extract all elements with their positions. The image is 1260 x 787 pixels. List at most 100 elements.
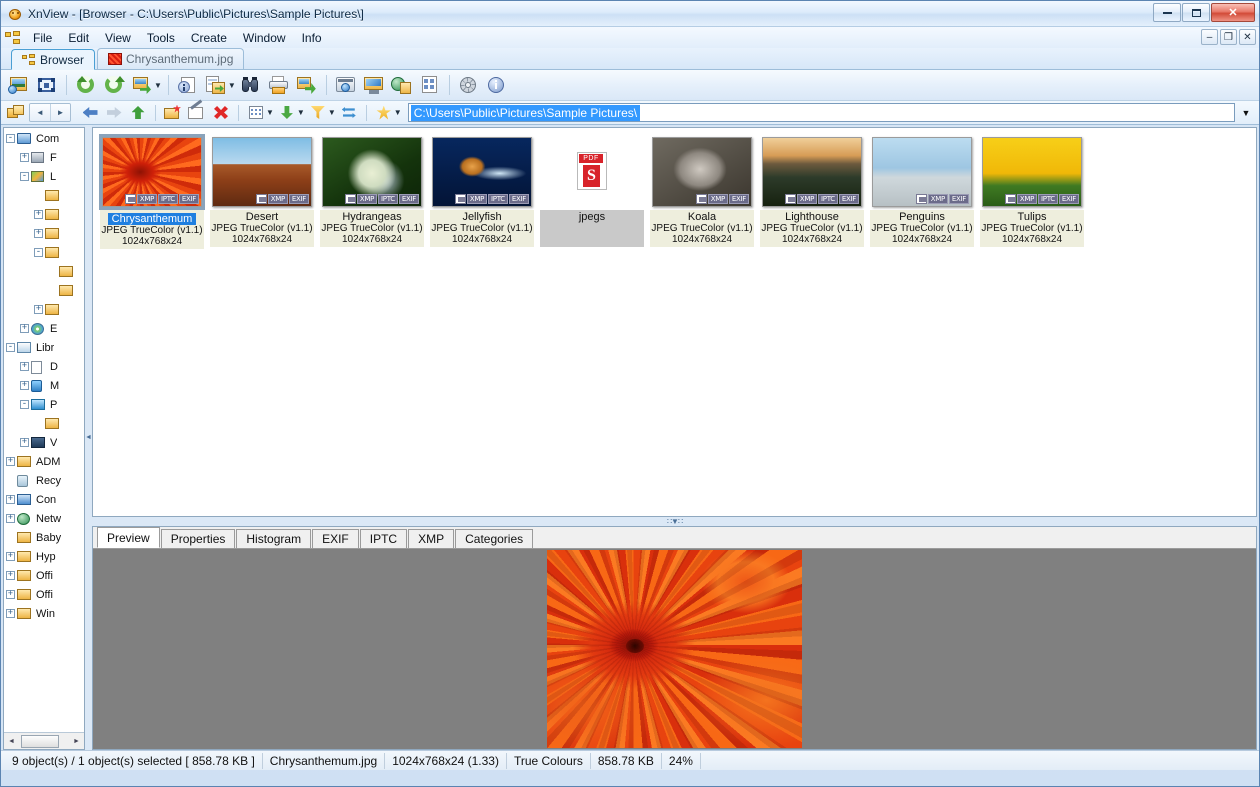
- tree-node[interactable]: [4, 414, 84, 433]
- batch-convert-button[interactable]: [203, 73, 229, 98]
- horizontal-splitter[interactable]: ∷▼∷: [92, 517, 1257, 526]
- menu-info[interactable]: Info: [294, 29, 330, 47]
- resize-grip[interactable]: [1243, 754, 1257, 768]
- tree-expand-icon[interactable]: +: [6, 495, 15, 504]
- mdi-minimize-button[interactable]: –: [1201, 29, 1218, 45]
- favorites-dropdown-caret[interactable]: ▼: [394, 108, 402, 117]
- find-button[interactable]: [238, 73, 264, 98]
- filter-dropdown-caret[interactable]: ▼: [328, 108, 336, 117]
- view-mode-dropdown-caret[interactable]: ▼: [266, 108, 274, 117]
- mdi-restore-button[interactable]: ❐: [1220, 29, 1237, 45]
- chevron-down-icon[interactable]: ▼: [1237, 103, 1255, 122]
- tree-expand-icon[interactable]: +: [20, 381, 29, 390]
- about-button[interactable]: [484, 73, 510, 98]
- info-button[interactable]: [175, 73, 201, 98]
- tree-node[interactable]: +E: [4, 319, 84, 338]
- tree-expand-icon[interactable]: +: [34, 305, 43, 314]
- tree-node[interactable]: +Offi: [4, 566, 84, 585]
- tree-node[interactable]: -Com: [4, 129, 84, 148]
- tree-node[interactable]: Baby: [4, 528, 84, 547]
- tree-node[interactable]: +Offi: [4, 585, 84, 604]
- capture-button[interactable]: [333, 73, 359, 98]
- thumbnail-item[interactable]: XMPEXIFPenguinsJPEG TrueColor (v1.1)1024…: [867, 135, 977, 249]
- tree-node[interactable]: +: [4, 224, 84, 243]
- thumbnail-item[interactable]: XMPIPTCEXIFJellyfishJPEG TrueColor (v1.1…: [427, 135, 537, 249]
- thumbnail-item[interactable]: PDFSjpegs: [537, 135, 647, 249]
- tree-node[interactable]: +F: [4, 148, 84, 167]
- print-button[interactable]: [266, 73, 292, 98]
- tree-node[interactable]: +Con: [4, 490, 84, 509]
- address-bar[interactable]: C:\Users\Public\Pictures\Sample Pictures…: [408, 103, 1235, 122]
- contact-sheet-button[interactable]: [417, 73, 443, 98]
- menu-window[interactable]: Window: [235, 29, 294, 47]
- settings-button[interactable]: [456, 73, 482, 98]
- tree-node[interactable]: +M: [4, 376, 84, 395]
- tree-expand-icon[interactable]: +: [6, 609, 15, 618]
- tree-expand-icon[interactable]: +: [6, 514, 15, 523]
- thumbnail-browser[interactable]: XMPIPTCEXIFChrysanthemumJPEG TrueColor (…: [92, 127, 1257, 517]
- preview-tab-exif[interactable]: EXIF: [312, 529, 359, 548]
- maximize-button[interactable]: [1182, 3, 1210, 22]
- tree-node[interactable]: +Hyp: [4, 547, 84, 566]
- tree-node[interactable]: -L: [4, 167, 84, 186]
- tree-collapse-icon[interactable]: -: [20, 400, 29, 409]
- thumbnail-item[interactable]: XMPIPTCEXIFTulipsJPEG TrueColor (v1.1)10…: [977, 135, 1087, 249]
- rotate-right-button[interactable]: [101, 73, 127, 98]
- tree-collapse-icon[interactable]: -: [20, 172, 29, 181]
- tree-expand-icon[interactable]: +: [6, 552, 15, 561]
- scroll-right-arrow[interactable]: ►: [69, 734, 84, 749]
- thumbnail-item[interactable]: XMPEXIFDesertJPEG TrueColor (v1.1)1024x7…: [207, 135, 317, 249]
- tree-node[interactable]: [4, 281, 84, 300]
- tree-node[interactable]: -: [4, 243, 84, 262]
- sort-dropdown-caret[interactable]: ▼: [297, 108, 305, 117]
- vertical-splitter[interactable]: ◄: [85, 125, 92, 750]
- tree-collapse-icon[interactable]: -: [6, 343, 15, 352]
- prev-page-button[interactable]: ◄: [30, 104, 50, 121]
- tree-horizontal-scrollbar[interactable]: ◄ ►: [4, 732, 84, 749]
- preview-tab-xmp[interactable]: XMP: [408, 529, 454, 548]
- batch-dropdown-caret[interactable]: ▼: [228, 81, 236, 90]
- tree-node[interactable]: +: [4, 300, 84, 319]
- tree-expand-icon[interactable]: +: [6, 571, 15, 580]
- preview-tab-categories[interactable]: Categories: [455, 529, 533, 548]
- convert-dropdown-caret[interactable]: ▼: [154, 81, 162, 90]
- tree-node[interactable]: +: [4, 205, 84, 224]
- delete-button[interactable]: [210, 103, 232, 123]
- rotate-left-button[interactable]: [73, 73, 99, 98]
- menu-edit[interactable]: Edit: [60, 29, 97, 47]
- preview-tab-histogram[interactable]: Histogram: [236, 529, 311, 548]
- preview-viewport[interactable]: [93, 549, 1256, 749]
- fullscreen-button[interactable]: [34, 73, 60, 98]
- tree-expand-icon[interactable]: +: [34, 229, 43, 238]
- splitter-collapse-icon[interactable]: ∷▼∷: [667, 517, 682, 526]
- tree-node[interactable]: +V: [4, 433, 84, 452]
- tree-expand-icon[interactable]: +: [6, 457, 15, 466]
- thumbnail-item[interactable]: XMPIPTCEXIFLighthouseJPEG TrueColor (v1.…: [757, 135, 867, 249]
- tree-expand-icon[interactable]: +: [20, 438, 29, 447]
- open-file-button[interactable]: [6, 73, 32, 98]
- close-button[interactable]: ✕: [1211, 3, 1255, 22]
- forward-button[interactable]: [103, 103, 125, 123]
- tree-node[interactable]: [4, 262, 84, 281]
- back-button[interactable]: [79, 103, 101, 123]
- tree-collapse-icon[interactable]: -: [34, 248, 43, 257]
- mdi-close-button[interactable]: ✕: [1239, 29, 1256, 45]
- tree-node[interactable]: -P: [4, 395, 84, 414]
- folder-tree[interactable]: -Com+F-L++-++E-Libr+D+M-P+V+ADMRecy+Con+…: [4, 128, 84, 732]
- sort-button[interactable]: [276, 103, 298, 123]
- slideshow-button[interactable]: [361, 73, 387, 98]
- thumbnail-item[interactable]: XMPEXIFKoalaJPEG TrueColor (v1.1)1024x76…: [647, 135, 757, 249]
- menu-tools[interactable]: Tools: [139, 29, 183, 47]
- new-folder-button[interactable]: [162, 103, 184, 123]
- preview-tab-preview[interactable]: Preview: [97, 527, 160, 548]
- favorites-button[interactable]: [373, 103, 395, 123]
- scroll-thumb[interactable]: [21, 735, 59, 748]
- splitter-grip[interactable]: ◄: [85, 418, 92, 458]
- tree-node[interactable]: -Libr: [4, 338, 84, 357]
- tree-expand-icon[interactable]: +: [34, 210, 43, 219]
- tree-node[interactable]: Recy: [4, 471, 84, 490]
- tree-collapse-icon[interactable]: -: [6, 134, 15, 143]
- tree-node[interactable]: +Win: [4, 604, 84, 623]
- thumbnail-item[interactable]: XMPIPTCEXIFHydrangeasJPEG TrueColor (v1.…: [317, 135, 427, 249]
- tree-expand-icon[interactable]: +: [6, 590, 15, 599]
